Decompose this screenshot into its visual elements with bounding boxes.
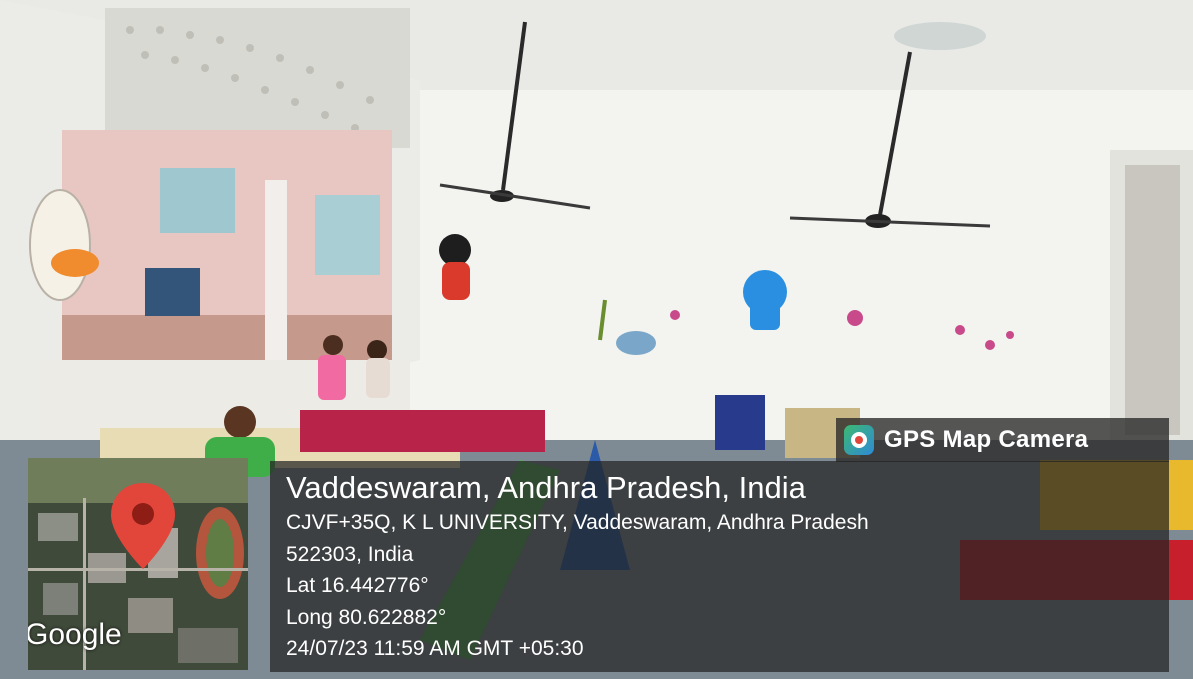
gps-map-camera-badge: GPS Map Camera [836,418,1169,462]
google-logo-text: Google [28,618,122,651]
latitude-text: Lat 16.442776° [286,574,429,597]
photo-stage: GPS Map Camera Google Vaddeswaram, Andhr… [0,0,1193,679]
mickey-decal-head [439,234,471,266]
rhino-decal [616,331,656,355]
right-shelf-inner [1125,165,1180,435]
longitude-text: Long 80.622882° [286,606,447,629]
child-3-head [224,406,256,438]
address-line-2: 522303, India [286,543,414,566]
blue-board [145,268,200,316]
child-1-body [318,355,346,400]
corridor-pillar [265,180,287,360]
gps-camera-app-icon [844,425,874,455]
timestamp-text: 24/07/23 11:59 AM GMT +05:30 [286,637,584,660]
map-pin-icon [111,483,175,569]
doraemon-decal-body [750,300,780,330]
lattice-vent [105,8,410,148]
location-info-panel: Vaddeswaram, Andhra Pradesh, India CJVF+… [270,461,1169,672]
corridor-window-1 [160,168,235,233]
corridor-window-2 [315,195,380,275]
gps-badge-label: GPS Map Camera [884,426,1089,453]
address-line-1: CJVF+35Q, K L UNIVERSITY, Vaddeswaram, A… [286,511,869,534]
ceiling-fan-3 [894,22,986,50]
child-1-head [323,335,343,355]
location-title: Vaddeswaram, Andhra Pradesh, India [286,470,806,505]
floor-mat-red [300,410,545,452]
mickey-decal-body [442,262,470,300]
child-2-head [367,340,387,360]
bunny-decal [29,189,91,301]
map-thumbnail: Google [28,458,248,670]
carrot-decal [51,249,99,277]
child-2-body [366,358,390,398]
blue-chair [715,395,765,450]
